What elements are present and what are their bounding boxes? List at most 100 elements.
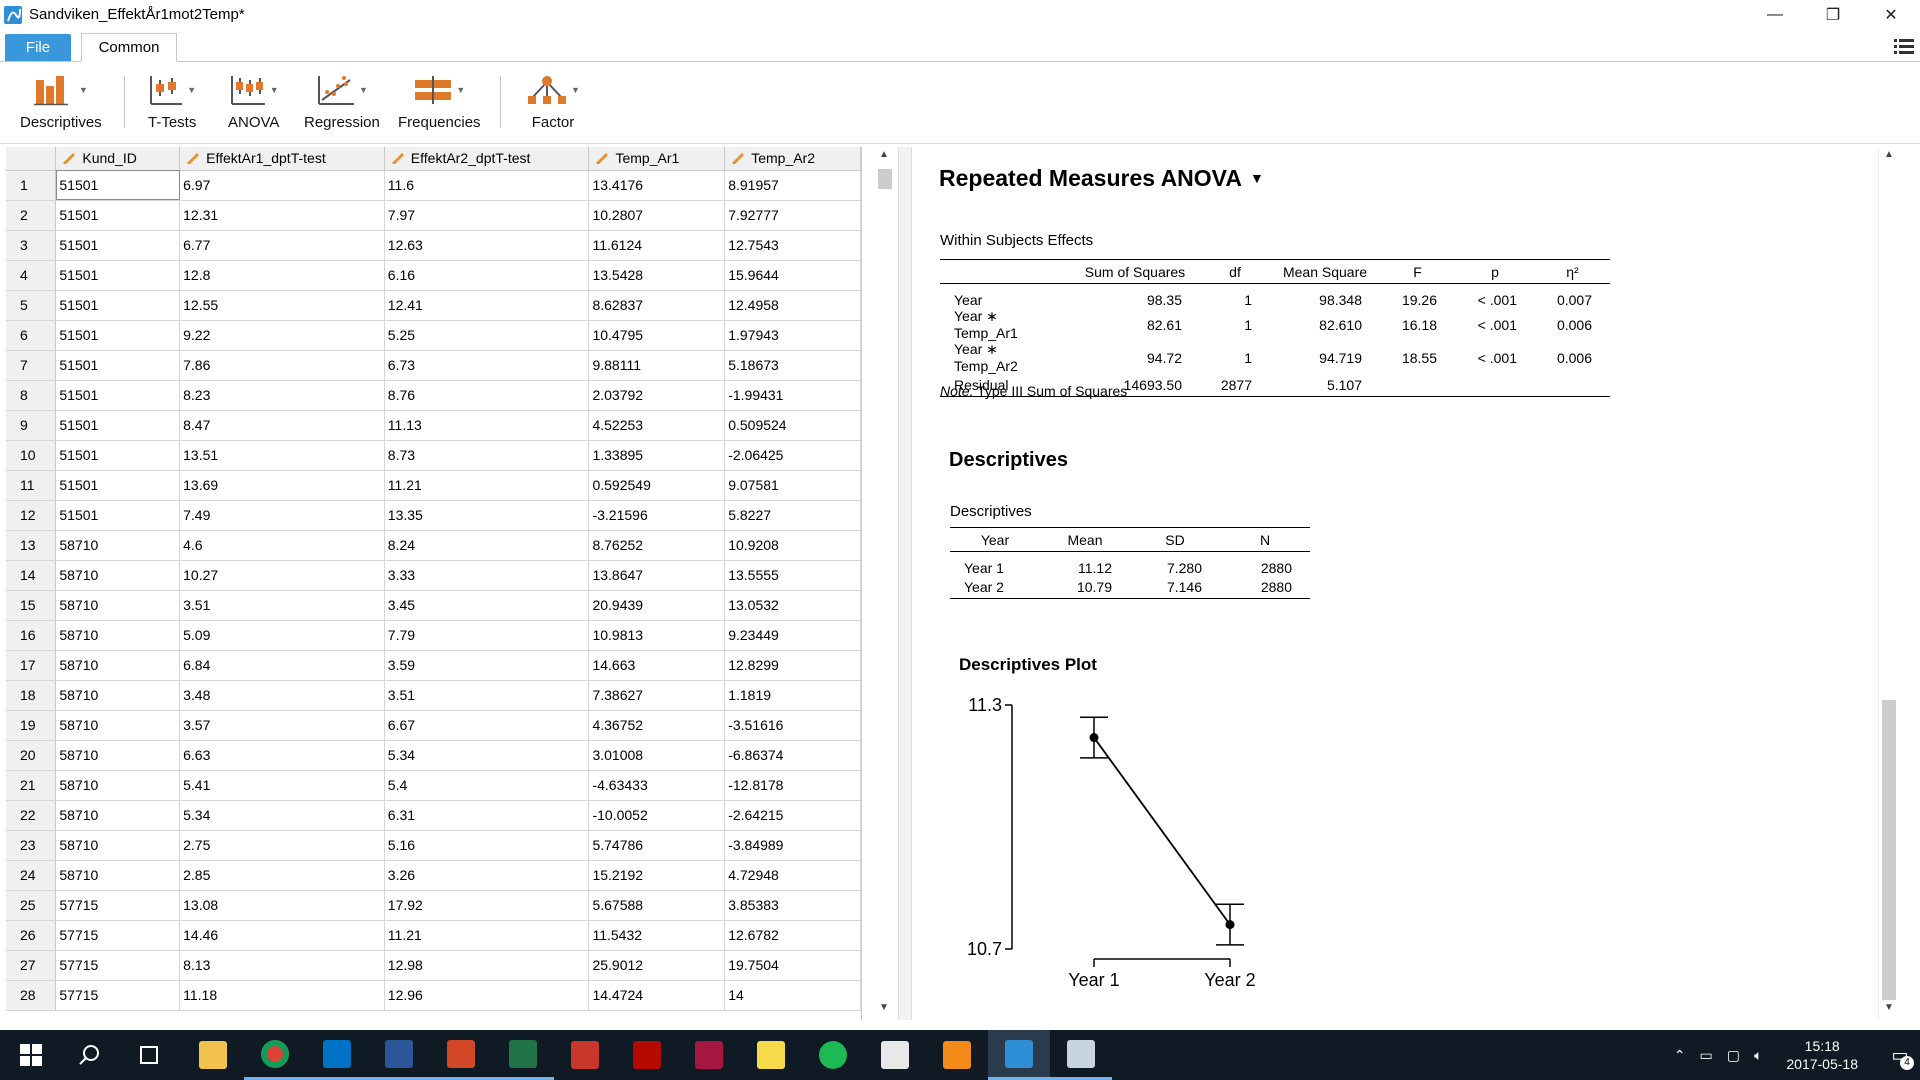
data-cell[interactable]: 51501 (55, 380, 181, 411)
row-number[interactable]: 4 (6, 260, 57, 291)
data-cell[interactable]: 58710 (55, 740, 181, 771)
anova-button[interactable]: ▼ ANOVA (228, 70, 279, 131)
data-cell[interactable]: 5.18673 (724, 350, 861, 381)
data-cell[interactable]: 12.41 (384, 290, 590, 321)
column-header[interactable]: Temp_Ar1 (588, 147, 726, 171)
data-cell[interactable]: 51501 (55, 260, 181, 291)
data-cell[interactable]: 4.72948 (724, 860, 861, 891)
row-number[interactable]: 2 (6, 200, 57, 231)
data-cell[interactable]: 11.6 (384, 170, 590, 201)
rdp-taskbar-button[interactable] (1050, 1030, 1112, 1080)
data-cell[interactable]: 8.13 (179, 950, 385, 981)
column-header[interactable]: Temp_Ar2 (724, 147, 861, 171)
data-cell[interactable]: 12.6782 (724, 920, 861, 951)
row-number[interactable]: 16 (6, 620, 57, 651)
regression-button[interactable]: ▼ Regression (304, 70, 380, 131)
data-cell[interactable]: 13.08 (179, 890, 385, 921)
row-number[interactable]: 1 (6, 170, 57, 201)
data-cell[interactable]: 6.84 (179, 650, 385, 681)
scroll-thumb[interactable] (1882, 700, 1896, 1000)
data-cell[interactable]: 11.21 (384, 470, 590, 501)
row-number[interactable]: 28 (6, 980, 57, 1011)
hamburger-menu-icon[interactable] (1894, 37, 1914, 55)
data-cell[interactable]: -4.63433 (588, 770, 726, 801)
row-number[interactable]: 24 (6, 860, 57, 891)
data-cell[interactable]: 51501 (55, 500, 181, 531)
data-cell[interactable]: -3.51616 (724, 710, 861, 741)
row-number[interactable]: 27 (6, 950, 57, 981)
results-vertical-scrollbar[interactable]: ▲ ▼ (1878, 147, 1898, 1020)
data-cell[interactable]: 12.31 (179, 200, 385, 231)
data-cell[interactable]: 57715 (55, 890, 181, 921)
data-cell[interactable]: 5.74786 (588, 830, 726, 861)
ttests-button[interactable]: ▼ T-Tests (148, 70, 196, 131)
data-cell[interactable]: 12.7543 (724, 230, 861, 261)
data-cell[interactable]: 51501 (55, 230, 181, 261)
acrobat-taskbar-button[interactable] (616, 1030, 678, 1080)
data-cell[interactable]: 1.33895 (588, 440, 726, 471)
row-number[interactable]: 23 (6, 830, 57, 861)
data-cell[interactable]: 14.4724 (588, 980, 726, 1011)
data-cell[interactable]: 11.5432 (588, 920, 726, 951)
data-cell[interactable]: 7.92777 (724, 200, 861, 231)
data-cell[interactable]: 13.51 (179, 440, 385, 471)
minimize-button[interactable]: — (1746, 0, 1804, 29)
data-cell[interactable]: 51501 (55, 410, 181, 441)
data-cell[interactable]: 5.41 (179, 770, 385, 801)
data-cell[interactable]: 2.03792 (588, 380, 726, 411)
data-cell[interactable]: 57715 (55, 920, 181, 951)
data-cell[interactable]: 3.33 (384, 560, 590, 591)
data-cell[interactable]: 51501 (55, 440, 181, 471)
data-cell[interactable]: 58710 (55, 560, 181, 591)
data-cell[interactable]: 1.97943 (724, 320, 861, 351)
data-cell[interactable]: 6.31 (384, 800, 590, 831)
data-cell[interactable]: 10.27 (179, 560, 385, 591)
search-button[interactable] (58, 1030, 120, 1080)
data-cell[interactable]: 3.01008 (588, 740, 726, 771)
data-cell[interactable]: 12.8 (179, 260, 385, 291)
battery-icon[interactable]: ▭ (1700, 1047, 1713, 1064)
data-cell[interactable]: 8.47 (179, 410, 385, 441)
network-icon[interactable]: ▢ (1727, 1047, 1740, 1064)
factor-button[interactable]: ▼ Factor (526, 70, 580, 131)
task-view-button[interactable] (118, 1030, 180, 1080)
data-cell[interactable]: 7.38627 (588, 680, 726, 711)
data-cell[interactable]: 7.49 (179, 500, 385, 531)
data-cell[interactable]: 5.09 (179, 620, 385, 651)
data-cell[interactable]: 58710 (55, 590, 181, 621)
scroll-down-icon[interactable]: ▼ (1879, 1002, 1899, 1018)
scroll-up-icon[interactable]: ▲ (874, 149, 894, 165)
data-cell[interactable]: 14.46 (179, 920, 385, 951)
data-cell[interactable]: 8.24 (384, 530, 590, 561)
data-cell[interactable]: 10.2807 (588, 200, 726, 231)
data-cell[interactable]: 6.63 (179, 740, 385, 771)
tab-file[interactable]: File (5, 34, 71, 61)
row-number[interactable]: 20 (6, 740, 57, 771)
data-cell[interactable]: 0.592549 (588, 470, 726, 501)
data-cell[interactable]: 6.97 (179, 170, 385, 201)
scroll-down-icon[interactable]: ▼ (874, 1002, 894, 1018)
row-number[interactable]: 3 (6, 230, 57, 261)
row-number[interactable]: 14 (6, 560, 57, 591)
data-cell[interactable]: 10.9208 (724, 530, 861, 561)
data-cell[interactable]: 6.73 (384, 350, 590, 381)
data-cell[interactable]: 4.52253 (588, 410, 726, 441)
column-header[interactable]: EffektAr1_dptT-test (179, 147, 385, 171)
action-center-button[interactable]: ▭ 4 (1880, 1030, 1920, 1080)
data-cell[interactable]: 0.509524 (724, 410, 861, 441)
outlook-taskbar-button[interactable] (306, 1030, 368, 1080)
data-cell[interactable]: 3.85383 (724, 890, 861, 921)
data-cell[interactable]: 5.67588 (588, 890, 726, 921)
data-cell[interactable]: 20.9439 (588, 590, 726, 621)
data-cell[interactable]: 7.79 (384, 620, 590, 651)
row-number[interactable]: 7 (6, 350, 57, 381)
data-cell[interactable]: 11.13 (384, 410, 590, 441)
data-cell[interactable]: 5.8227 (724, 500, 861, 531)
row-number[interactable]: 19 (6, 710, 57, 741)
row-number[interactable]: 6 (6, 320, 57, 351)
scroll-thumb[interactable] (878, 169, 892, 189)
spotify-taskbar-button[interactable] (802, 1030, 864, 1080)
data-cell[interactable]: 12.8299 (724, 650, 861, 681)
data-cell[interactable]: 11.18 (179, 980, 385, 1011)
data-cell[interactable]: -3.84989 (724, 830, 861, 861)
